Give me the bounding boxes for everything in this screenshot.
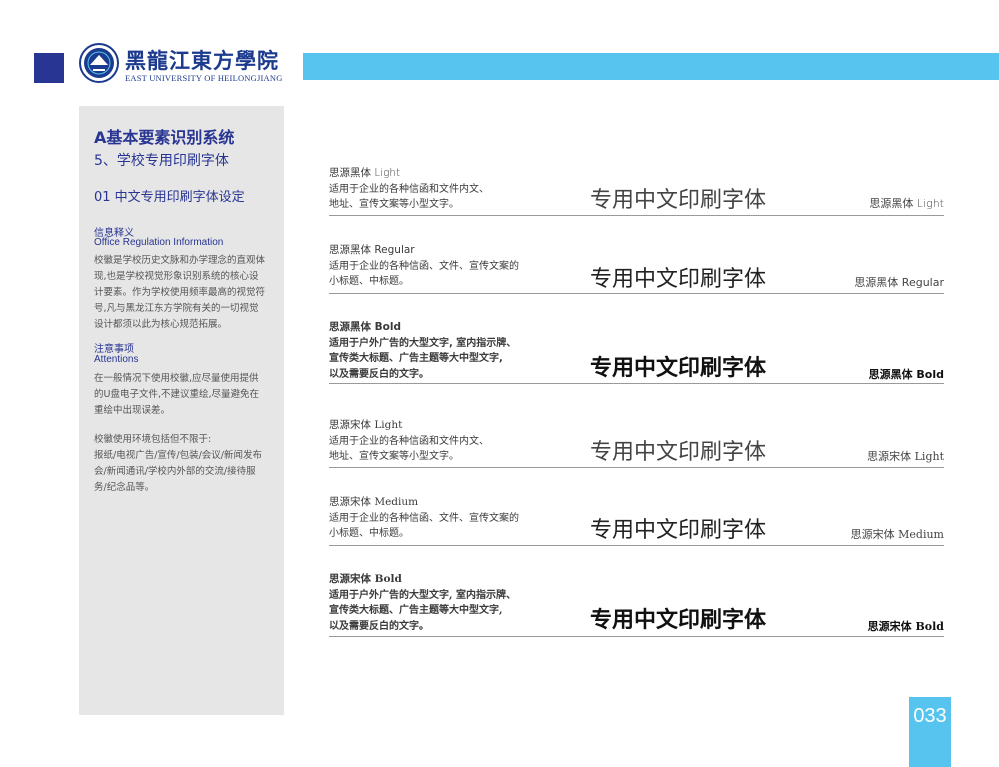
font-name: 思源宋体 Medium bbox=[329, 496, 419, 508]
font-usage-line: 地址、宣传文案等小型文字。 bbox=[329, 451, 459, 462]
font-name: 思源宋体 Bold bbox=[329, 573, 402, 585]
font-sample: 专用中文印刷字体 bbox=[590, 267, 767, 292]
page-number: 033 bbox=[913, 705, 947, 727]
font-usage-line: 小标题、中标题。 bbox=[329, 276, 409, 287]
font-description: 思源黑体 Regular 适用于企业的各种信函、文件、宣传文案的 小标题、中标题… bbox=[329, 243, 519, 290]
font-row-heiti-regular: 思源黑体 Regular 适用于企业的各种信函、文件、宣传文案的 小标题、中标题… bbox=[329, 243, 944, 294]
attention-line: 的U盘电子文件,不建议重绘,尽量避免在 bbox=[94, 389, 259, 400]
font-name: 思源黑体 Bold bbox=[329, 321, 401, 333]
info-line: 号,凡与黑龙江东方学院有关的一切视觉 bbox=[94, 303, 259, 314]
font-sample: 专用中文印刷字体 bbox=[590, 440, 767, 465]
attention-line: 重绘中出现误差。 bbox=[94, 405, 171, 416]
font-sample: 专用中文印刷字体 bbox=[590, 356, 767, 381]
font-usage-line: 适用于企业的各种信函、文件、宣传文案的 bbox=[329, 512, 519, 524]
page-number-box: 033 bbox=[909, 697, 951, 767]
font-row-songti-medium: 思源宋体 Medium 适用于企业的各种信函、文件、宣传文案的 小标题、中标题。… bbox=[329, 495, 944, 546]
sidebar: A基本要素识别系统 5、学校专用印刷字体 01 中文专用印刷字体设定 信息释义 … bbox=[79, 106, 284, 715]
font-usage-line: 适用于户外广告的大型文字, 室内指示牌、 bbox=[329, 337, 517, 349]
font-usage-line: 以及需要反白的文字。 bbox=[329, 620, 429, 632]
font-name: 思源黑体 Light bbox=[329, 167, 401, 179]
font-usage-line: 以及需要反白的文字。 bbox=[329, 368, 429, 380]
font-sample: 专用中文印刷字体 bbox=[590, 518, 767, 543]
info-heading-en: Office Regulation Information bbox=[94, 237, 224, 248]
font-sample: 专用中文印刷字体 bbox=[590, 188, 767, 213]
font-row-songti-light: 思源宋体 Light 适用于企业的各种信函和文件内文、 地址、宣传文案等小型文字… bbox=[329, 418, 944, 468]
info-line: 校徽是学校历史文脉和办学理念的直观体 bbox=[94, 255, 266, 266]
font-usage-line: 适用于户外广告的大型文字, 室内指示牌、 bbox=[329, 589, 516, 601]
font-label: 思源宋体 Bold bbox=[867, 620, 944, 633]
font-label: 思源黑体 Bold bbox=[868, 368, 944, 381]
font-description: 思源黑体 Light 适用于企业的各种信函和文件内文、 地址、宣传文案等小型文字… bbox=[329, 166, 489, 213]
attention-line: 在一般情况下使用校徽,应尽量使用提供 bbox=[94, 373, 259, 384]
font-usage-line: 地址、宣传文案等小型文字。 bbox=[329, 199, 459, 210]
logo-english-name: EAST UNIVERSITY OF HEILONGJIANG bbox=[125, 73, 283, 83]
info-line: 现,也是学校视觉形象识别系统的核心设 bbox=[94, 271, 259, 282]
font-label: 思源黑体 Regular bbox=[854, 276, 944, 289]
font-usage-line: 适用于企业的各种信函、文件、宣传文案的 bbox=[329, 260, 519, 272]
university-emblem-icon bbox=[79, 43, 119, 83]
usage-line: 会/新闻通讯/学校内外部的交流/接待服 bbox=[94, 466, 256, 477]
font-usage-line: 适用于企业的各种信函和文件内文、 bbox=[329, 435, 489, 447]
font-description: 思源宋体 Bold 适用于户外广告的大型文字, 室内指示牌、 宣传类大标题、广告… bbox=[329, 572, 516, 634]
usage-line: 校徽使用环境包括但不限于: bbox=[94, 434, 212, 445]
font-row-songti-bold: 思源宋体 Bold 适用于户外广告的大型文字, 室内指示牌、 宣传类大标题、广告… bbox=[329, 572, 944, 637]
sidebar-title: A基本要素识别系统 bbox=[94, 128, 235, 147]
header-bar bbox=[303, 53, 999, 80]
usage-line: 报纸/电视广告/宣传/包装/会议/新闻发布 bbox=[94, 450, 263, 461]
font-label: 思源宋体 Medium bbox=[850, 528, 944, 541]
header-blue-square bbox=[34, 53, 64, 83]
font-row-heiti-light: 思源黑体 Light 适用于企业的各种信函和文件内文、 地址、宣传文案等小型文字… bbox=[329, 166, 944, 216]
font-description: 思源黑体 Bold 适用于户外广告的大型文字, 室内指示牌、 宣传类大标题、广告… bbox=[329, 320, 516, 382]
usage-paragraph: 校徽使用环境包括但不限于: 报纸/电视广告/宣传/包装/会议/新闻发布 会/新闻… bbox=[94, 432, 272, 496]
sidebar-subtitle: 5、学校专用印刷字体 bbox=[94, 153, 229, 169]
font-usage-line: 小标题、中标题。 bbox=[329, 528, 409, 539]
logo-chinese-name: 黑龍江東方學院 bbox=[125, 48, 279, 73]
font-usage-line: 适用于企业的各种信函和文件内文、 bbox=[329, 183, 489, 195]
font-name: 思源黑体 Regular bbox=[329, 244, 415, 256]
usage-line: 务/纪念品等。 bbox=[94, 482, 155, 493]
sidebar-section-title: 01 中文专用印刷字体设定 bbox=[94, 190, 245, 205]
font-description: 思源宋体 Light 适用于企业的各种信函和文件内文、 地址、宣传文案等小型文字… bbox=[329, 418, 489, 465]
info-paragraph: 校徽是学校历史文脉和办学理念的直观体 现,也是学校视觉形象识别系统的核心设 计要… bbox=[94, 253, 272, 333]
font-label: 思源宋体 Light bbox=[867, 450, 944, 463]
university-logo: 黑龍江東方學院 EAST UNIVERSITY OF HEILONGJIANG bbox=[79, 43, 299, 89]
attention-paragraph: 在一般情况下使用校徽,应尽量使用提供 的U盘电子文件,不建议重绘,尽量避免在 重… bbox=[94, 371, 272, 419]
font-row-heiti-bold: 思源黑体 Bold 适用于户外广告的大型文字, 室内指示牌、 宣传类大标题、广告… bbox=[329, 320, 944, 384]
font-description: 思源宋体 Medium 适用于企业的各种信函、文件、宣传文案的 小标题、中标题。 bbox=[329, 495, 519, 542]
info-line: 计要素。作为学校使用频率最高的视觉符 bbox=[94, 287, 266, 298]
font-usage-line: 宣传类大标题、广告主题等大中型文字, bbox=[329, 353, 503, 364]
info-line: 设计都须以此为核心规范拓展。 bbox=[94, 319, 228, 330]
font-sample: 专用中文印刷字体 bbox=[590, 608, 767, 633]
font-usage-line: 宣传类大标题、广告主题等大中型文字, bbox=[329, 605, 503, 616]
font-label: 思源黑体 Light bbox=[869, 197, 944, 210]
attention-heading: 注意事项 bbox=[94, 344, 134, 355]
attention-heading-en: Attentions bbox=[94, 354, 139, 365]
font-name: 思源宋体 Light bbox=[329, 419, 403, 431]
